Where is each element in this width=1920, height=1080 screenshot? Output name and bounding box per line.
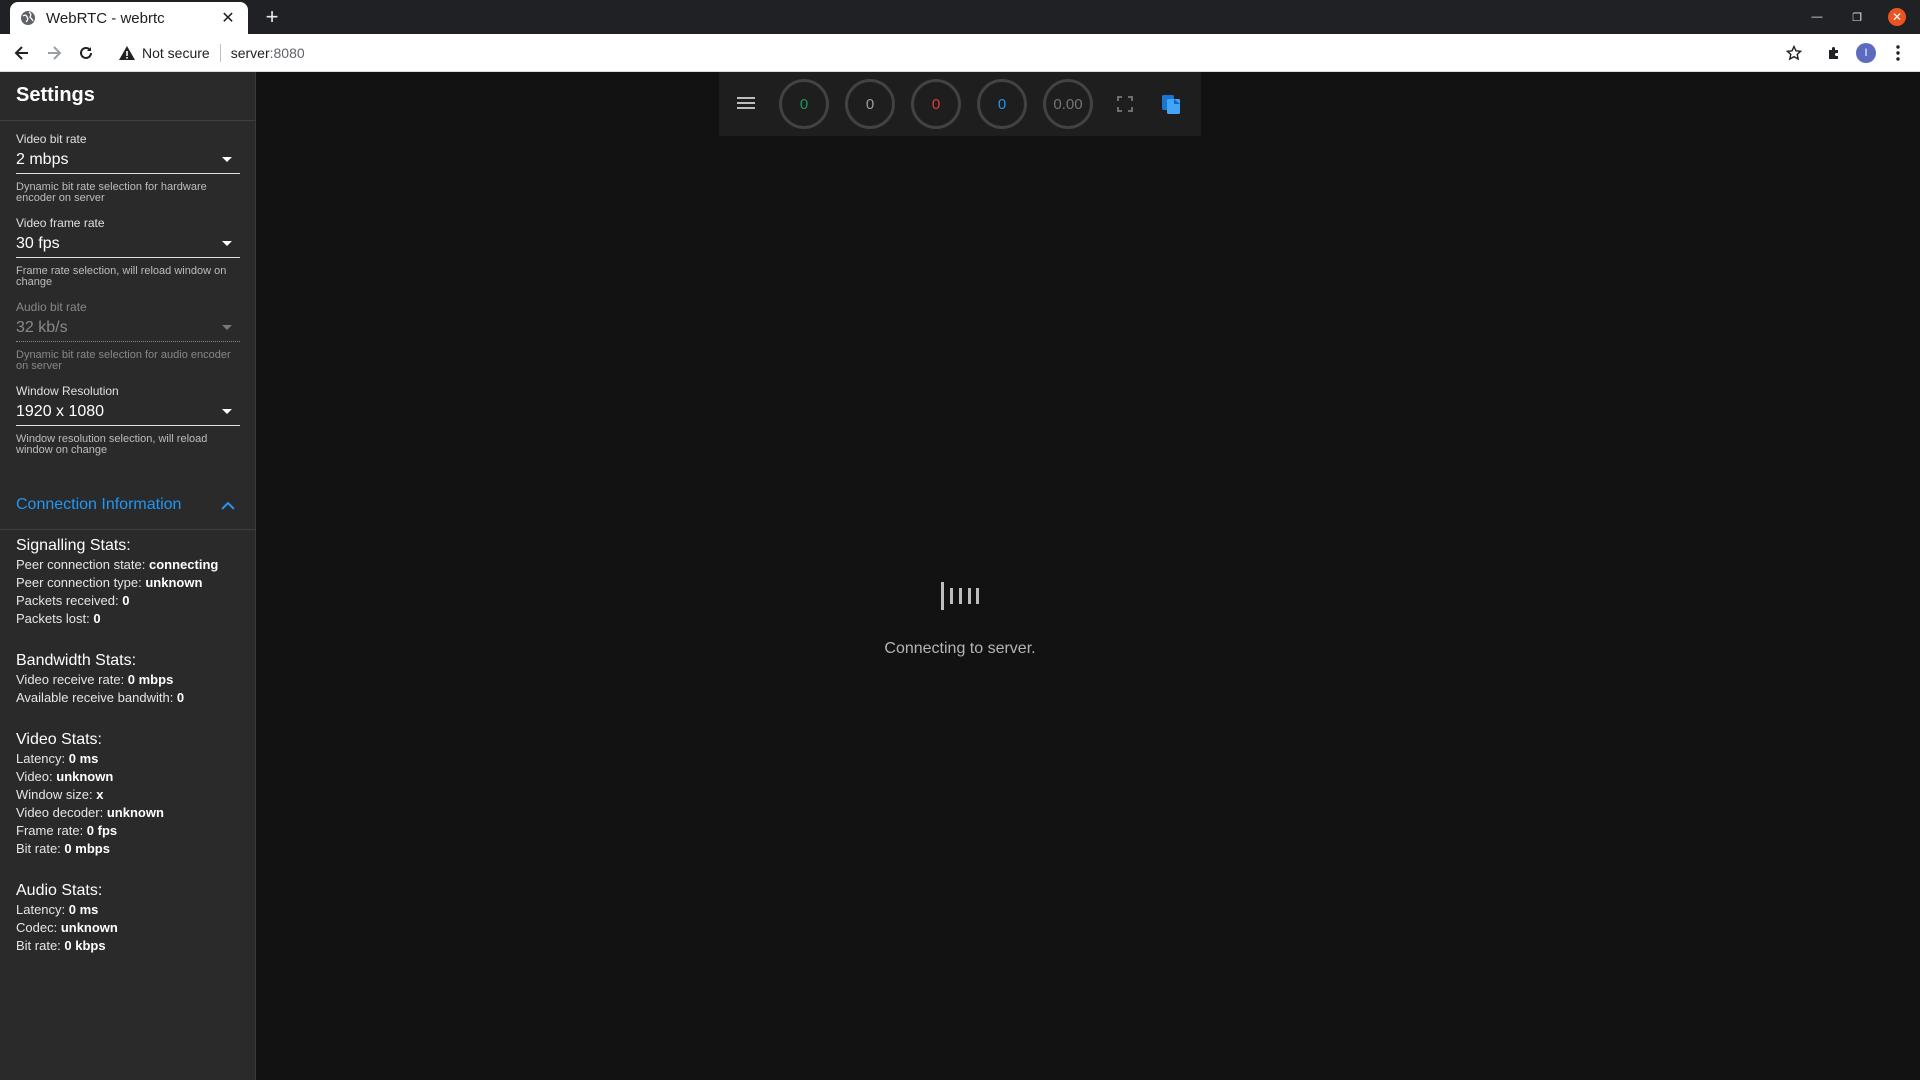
fullscreen-icon[interactable] bbox=[1115, 94, 1135, 114]
dropdown-arrow-icon bbox=[222, 241, 232, 246]
stat-row: Peer connection type: unknown bbox=[16, 575, 203, 590]
select-box[interactable]: 2 mbps bbox=[16, 150, 240, 174]
gauge-value: 0 bbox=[931, 95, 941, 113]
settings-drawer: Settings Video bit rate 2 mbps Dynamic b… bbox=[0, 72, 256, 1080]
gauge-value: 0 bbox=[799, 95, 809, 113]
chevron-up-icon bbox=[221, 501, 235, 510]
profile-initial: I bbox=[1856, 43, 1876, 63]
gauge-value: 0 bbox=[865, 95, 875, 113]
browser-menu-icon[interactable] bbox=[1886, 41, 1910, 65]
url-port: :8080 bbox=[269, 45, 305, 61]
bookmark-star-icon[interactable] bbox=[1782, 41, 1806, 65]
select-value: 1920 x 1080 bbox=[16, 403, 105, 420]
stat-row: Latency: 0 ms bbox=[16, 902, 99, 917]
reload-icon[interactable] bbox=[74, 41, 98, 65]
video-stats: Video Stats: Latency: 0 ms Video: unknow… bbox=[16, 730, 246, 858]
select-value: 2 mbps bbox=[16, 151, 69, 168]
globe-icon bbox=[21, 11, 35, 25]
audio-bitrate-select: Audio bit rate 32 kb/s Dynamic bit rate … bbox=[16, 300, 240, 372]
video-framerate-select[interactable]: Video frame rate 30 fps Frame rate selec… bbox=[16, 216, 240, 288]
stats-heading: Video Stats: bbox=[16, 731, 102, 748]
dropdown-arrow-icon bbox=[222, 157, 232, 162]
gauge-value: 0.00 bbox=[1053, 95, 1083, 113]
stat-row: Video: unknown bbox=[16, 769, 114, 784]
field-label: Window Resolution bbox=[16, 384, 119, 398]
signalling-stats: Signalling Stats: Peer connection state:… bbox=[16, 536, 246, 628]
field-hint: Frame rate selection, will reload window… bbox=[16, 265, 227, 288]
select-box: 32 kb/s bbox=[16, 318, 240, 342]
browser-tab-bar: WebRTC - webrtc ✕ + — ❐ ✕ bbox=[0, 0, 1920, 34]
browser-toolbar: Not secure server:8080 I bbox=[0, 34, 1920, 72]
connection-info-toggle[interactable]: Connection Information bbox=[0, 482, 256, 530]
menu-icon[interactable] bbox=[735, 92, 757, 114]
gauge-fps: 0 bbox=[779, 79, 829, 129]
extensions-icon[interactable] bbox=[1822, 41, 1846, 65]
security-label[interactable]: Not secure bbox=[142, 45, 210, 61]
stat-row: Packets received: 0 bbox=[16, 593, 130, 608]
field-hint: Dynamic bit rate selection for hardware … bbox=[16, 181, 207, 204]
controls-bar: 0 0 0 0 0.00 bbox=[719, 72, 1201, 136]
stat-row: Codec: unknown bbox=[16, 920, 118, 935]
settings-title: Settings bbox=[16, 84, 95, 106]
back-icon[interactable] bbox=[10, 41, 34, 65]
stat-row: Bit rate: 0 kbps bbox=[16, 938, 106, 953]
stat-row: Video receive rate: 0 mbps bbox=[16, 672, 174, 687]
gauge-latency: 0 bbox=[845, 79, 895, 129]
stat-row: Window size: x bbox=[16, 787, 104, 802]
stat-row: Peer connection state: connecting bbox=[16, 557, 219, 572]
field-hint: Dynamic bit rate selection for audio enc… bbox=[16, 349, 231, 372]
url-host: server bbox=[230, 45, 270, 61]
gauge-cpu: 0 bbox=[911, 79, 961, 129]
stats-heading: Signalling Stats: bbox=[16, 537, 131, 554]
address-bar[interactable]: Not secure server:8080 bbox=[108, 38, 1798, 68]
field-label: Video frame rate bbox=[16, 216, 105, 230]
tab-title: WebRTC - webrtc bbox=[46, 9, 165, 27]
video-bitrate-select[interactable]: Video bit rate 2 mbps Dynamic bit rate s… bbox=[16, 132, 240, 204]
select-box[interactable]: 30 fps bbox=[16, 234, 240, 258]
gauge-gpu: 0 bbox=[977, 79, 1027, 129]
select-box[interactable]: 1920 x 1080 bbox=[16, 402, 240, 426]
minimize-icon[interactable]: — bbox=[1808, 8, 1826, 26]
window-close-icon[interactable]: ✕ bbox=[1888, 8, 1906, 26]
field-label: Audio bit rate bbox=[16, 300, 87, 314]
clipboard-icon[interactable] bbox=[1159, 92, 1183, 116]
close-tab-icon[interactable]: ✕ bbox=[216, 6, 240, 30]
stat-row: Packets lost: 0 bbox=[16, 611, 101, 626]
divider bbox=[0, 120, 256, 121]
dropdown-arrow-icon bbox=[222, 325, 232, 330]
field-hint: Window resolution selection, will reload… bbox=[16, 433, 208, 456]
stat-row: Video decoder: unknown bbox=[16, 805, 164, 820]
stats-heading: Bandwidth Stats: bbox=[16, 652, 137, 669]
loading-bars-icon bbox=[941, 582, 979, 610]
select-value: 32 kb/s bbox=[16, 319, 68, 336]
select-value: 30 fps bbox=[16, 235, 60, 252]
address-separator bbox=[219, 44, 221, 62]
stats-heading: Audio Stats: bbox=[16, 882, 103, 899]
profile-avatar[interactable]: I bbox=[1854, 41, 1878, 65]
restore-icon[interactable]: ❐ bbox=[1848, 8, 1866, 26]
webrtc-page: Settings Video bit rate 2 mbps Dynamic b… bbox=[0, 72, 1920, 1080]
gauge-value: 0 bbox=[997, 95, 1007, 113]
connection-status-text: Connecting to server. bbox=[884, 640, 1036, 657]
stat-row: Frame rate: 0 fps bbox=[16, 823, 118, 838]
warning-icon bbox=[119, 46, 135, 60]
dropdown-arrow-icon bbox=[222, 409, 232, 414]
stat-row: Latency: 0 ms bbox=[16, 751, 99, 766]
gauge-bandwidth: 0.00 bbox=[1043, 79, 1093, 129]
field-label: Video bit rate bbox=[16, 132, 87, 146]
connection-info-label: Connection Information bbox=[16, 496, 182, 513]
forward-icon[interactable] bbox=[42, 41, 66, 65]
window-resolution-select[interactable]: Window Resolution 1920 x 1080 Window res… bbox=[16, 384, 240, 456]
stat-row: Bit rate: 0 mbps bbox=[16, 841, 110, 856]
audio-stats: Audio Stats: Latency: 0 ms Codec: unknow… bbox=[16, 881, 246, 955]
bandwidth-stats: Bandwidth Stats: Video receive rate: 0 m… bbox=[16, 651, 246, 707]
new-tab-icon[interactable]: + bbox=[260, 5, 284, 29]
browser-tab[interactable]: WebRTC - webrtc ✕ bbox=[10, 2, 248, 34]
stat-row: Available receive bandwith: 0 bbox=[16, 690, 185, 705]
